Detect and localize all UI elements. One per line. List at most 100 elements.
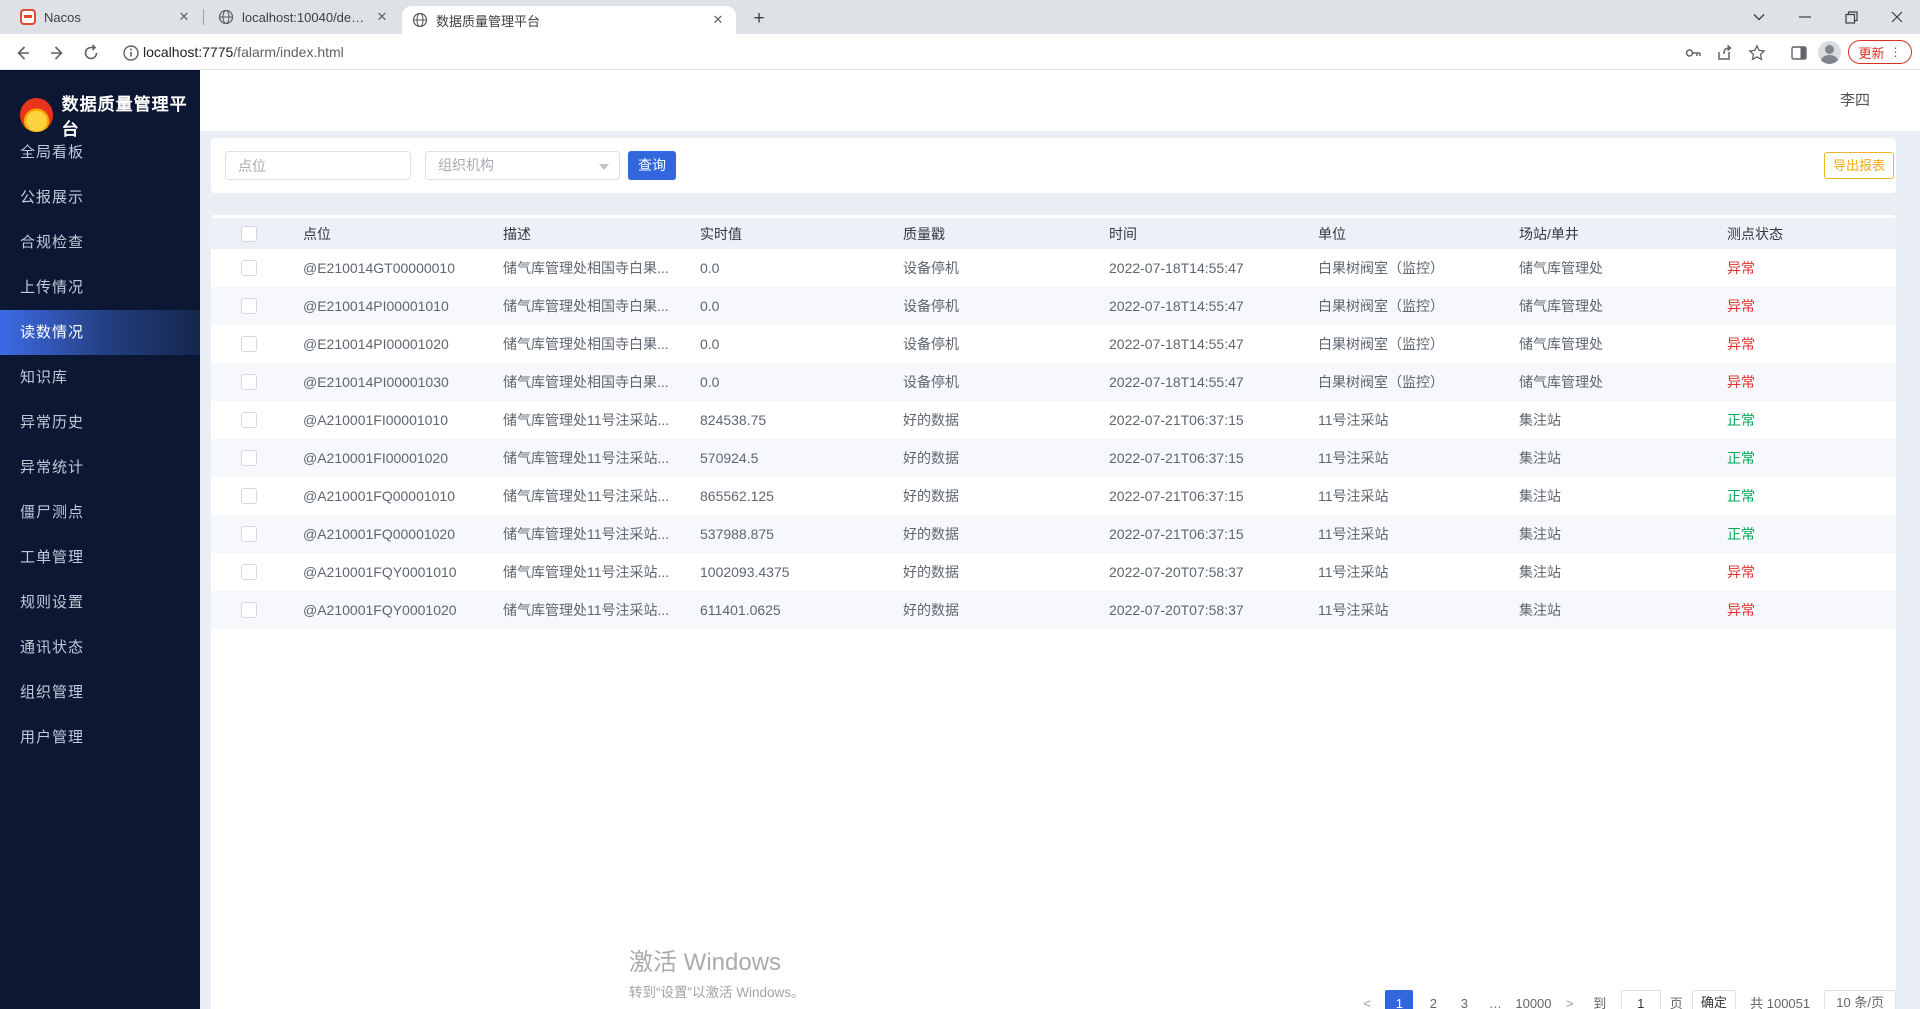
org-select[interactable]: 组织机构 <box>425 151 620 180</box>
cell-description: 储气库管理处相国寺白果... <box>487 296 684 316</box>
cell-unit: 白果树阀室（监控） <box>1302 296 1503 316</box>
browser-menu-icon[interactable]: ⋮ <box>1890 45 1902 59</box>
window-restore-icon[interactable] <box>1832 0 1870 34</box>
cell-point-status: 正常 <box>1711 410 1896 430</box>
sidebar-item[interactable]: 异常统计 <box>0 445 200 490</box>
column-header: 描述 <box>487 224 684 244</box>
url-field[interactable]: localhost:7775/falarm/index.html <box>143 34 344 70</box>
row-checkbox-cell <box>211 526 287 542</box>
window-close-icon[interactable] <box>1878 0 1916 34</box>
tab-nacos[interactable]: Nacos ✕ <box>10 0 202 34</box>
cell-description: 储气库管理处相国寺白果... <box>487 334 684 354</box>
tab-data-quality-platform[interactable]: 数据质量管理平台 ✕ <box>402 6 736 34</box>
page-size-select[interactable]: 10 条/页 <box>1824 990 1896 1009</box>
sidebar-item[interactable]: 知识库 <box>0 355 200 400</box>
row-checkbox[interactable] <box>241 564 257 580</box>
tab-close-icon[interactable]: ✕ <box>176 9 192 25</box>
table-row[interactable]: @A210001FQ00001010储气库管理处11号注采站...865562.… <box>211 477 1896 515</box>
sidebar-item[interactable]: 规则设置 <box>0 580 200 625</box>
window-chevron-icon[interactable] <box>1740 0 1778 34</box>
cell-realtime-value: 537988.875 <box>684 526 887 542</box>
cell-station: 储气库管理处 <box>1503 334 1711 354</box>
page-number-button[interactable]: 10000 <box>1515 990 1551 1009</box>
table-row[interactable]: @A210001FQY0001010储气库管理处11号注采站...1002093… <box>211 553 1896 591</box>
table-row[interactable]: @E210014PI00001030储气库管理处相国寺白果...0.0设备停机2… <box>211 363 1896 401</box>
cell-point-id: @E210014GT00000010 <box>287 260 487 276</box>
row-checkbox[interactable] <box>241 450 257 466</box>
side-panel-icon[interactable] <box>1790 44 1808 62</box>
cell-point-id: @A210001FI00001010 <box>287 412 487 428</box>
query-button[interactable]: 查询 <box>628 151 676 180</box>
table-header-row: 点位描述实时值质量戳时间单位场站/单井测点状态 <box>211 218 1896 249</box>
cell-point-id: @E210014PI00001020 <box>287 336 487 352</box>
prev-page-button[interactable]: < <box>1358 990 1376 1009</box>
row-checkbox[interactable] <box>241 602 257 618</box>
sidebar-item[interactable]: 读数情况 <box>0 310 200 355</box>
data-table-panel: 点位描述实时值质量戳时间单位场站/单井测点状态 @E210014GT000000… <box>211 215 1896 1009</box>
table-row[interactable]: @A210001FI00001010储气库管理处11号注采站...824538.… <box>211 401 1896 439</box>
table-row[interactable]: @E210014PI00001020储气库管理处相国寺白果...0.0设备停机2… <box>211 325 1896 363</box>
row-checkbox-cell <box>211 602 287 618</box>
page-number-button[interactable]: 1 <box>1385 990 1413 1009</box>
share-icon[interactable] <box>1716 44 1734 62</box>
sidebar-item[interactable]: 合规检查 <box>0 220 200 265</box>
page-number-button[interactable]: 2 <box>1422 990 1444 1009</box>
column-header: 测点状态 <box>1711 224 1896 244</box>
cell-point-status: 异常 <box>1711 600 1896 620</box>
bookmark-star-icon[interactable] <box>1748 44 1766 62</box>
cell-description: 储气库管理处相国寺白果... <box>487 372 684 392</box>
globe-icon <box>218 9 234 25</box>
cell-description: 储气库管理处11号注采站... <box>487 562 684 582</box>
export-report-button[interactable]: 导出报表 <box>1824 152 1894 179</box>
current-user[interactable]: 李四 <box>1840 70 1870 131</box>
sidebar-item[interactable]: 公报展示 <box>0 175 200 220</box>
sidebar-item[interactable]: 工单管理 <box>0 535 200 580</box>
back-icon[interactable] <box>14 44 32 62</box>
profile-avatar[interactable] <box>1818 41 1841 64</box>
cell-unit: 11号注采站 <box>1302 524 1503 544</box>
table-row[interactable]: @A210001FQY0001020储气库管理处11号注采站...611401.… <box>211 591 1896 629</box>
next-page-button[interactable]: > <box>1561 990 1579 1009</box>
sidebar-item[interactable]: 全局看板 <box>0 130 200 175</box>
site-info-icon[interactable] <box>122 44 140 62</box>
table-row[interactable]: @A210001FI00001020储气库管理处11号注采站...570924.… <box>211 439 1896 477</box>
jump-page-input[interactable] <box>1621 990 1661 1009</box>
refresh-icon[interactable] <box>82 44 100 62</box>
tab-close-icon[interactable]: ✕ <box>710 12 726 28</box>
url-host: localhost:7775 <box>143 44 233 60</box>
sidebar-item[interactable]: 僵尸测点 <box>0 490 200 535</box>
select-all-checkbox[interactable] <box>241 226 257 242</box>
cell-station: 储气库管理处 <box>1503 258 1711 278</box>
forward-icon[interactable] <box>48 44 66 62</box>
sidebar-item[interactable]: 组织管理 <box>0 670 200 715</box>
confirm-button[interactable]: 确定 <box>1692 990 1736 1009</box>
row-checkbox[interactable] <box>241 260 257 276</box>
sidebar-item[interactable]: 通讯状态 <box>0 625 200 670</box>
password-key-icon[interactable] <box>1684 44 1702 62</box>
row-checkbox[interactable] <box>241 298 257 314</box>
column-header: 单位 <box>1302 224 1503 244</box>
browser-update-button[interactable]: 更新 ⋮ <box>1848 40 1912 64</box>
cell-station: 集注站 <box>1503 600 1711 620</box>
tab-close-icon[interactable]: ✕ <box>374 9 390 25</box>
page-number-button[interactable]: … <box>1484 990 1506 1009</box>
row-checkbox[interactable] <box>241 374 257 390</box>
table-row[interactable]: @A210001FQ00001020储气库管理处11号注采站...537988.… <box>211 515 1896 553</box>
sidebar-item[interactable]: 用户管理 <box>0 715 200 760</box>
table-row[interactable]: @E210014PI00001010储气库管理处相国寺白果...0.0设备停机2… <box>211 287 1896 325</box>
sidebar-item[interactable]: 异常历史 <box>0 400 200 445</box>
point-input[interactable] <box>225 151 411 180</box>
row-checkbox[interactable] <box>241 336 257 352</box>
row-checkbox[interactable] <box>241 526 257 542</box>
row-checkbox[interactable] <box>241 412 257 428</box>
table-row[interactable]: @E210014GT00000010储气库管理处相国寺白果...0.0设备停机2… <box>211 249 1896 287</box>
tab-localhost-demo[interactable]: localhost:10040/demo/psjdbc ✕ <box>208 0 400 34</box>
new-tab-button[interactable]: + <box>746 6 772 32</box>
window-minimize-icon[interactable] <box>1786 0 1824 34</box>
cell-unit: 11号注采站 <box>1302 562 1503 582</box>
cell-realtime-value: 0.0 <box>684 298 887 314</box>
row-checkbox[interactable] <box>241 488 257 504</box>
row-checkbox-cell <box>211 260 287 276</box>
page-number-button[interactable]: 3 <box>1453 990 1475 1009</box>
sidebar-item[interactable]: 上传情况 <box>0 265 200 310</box>
